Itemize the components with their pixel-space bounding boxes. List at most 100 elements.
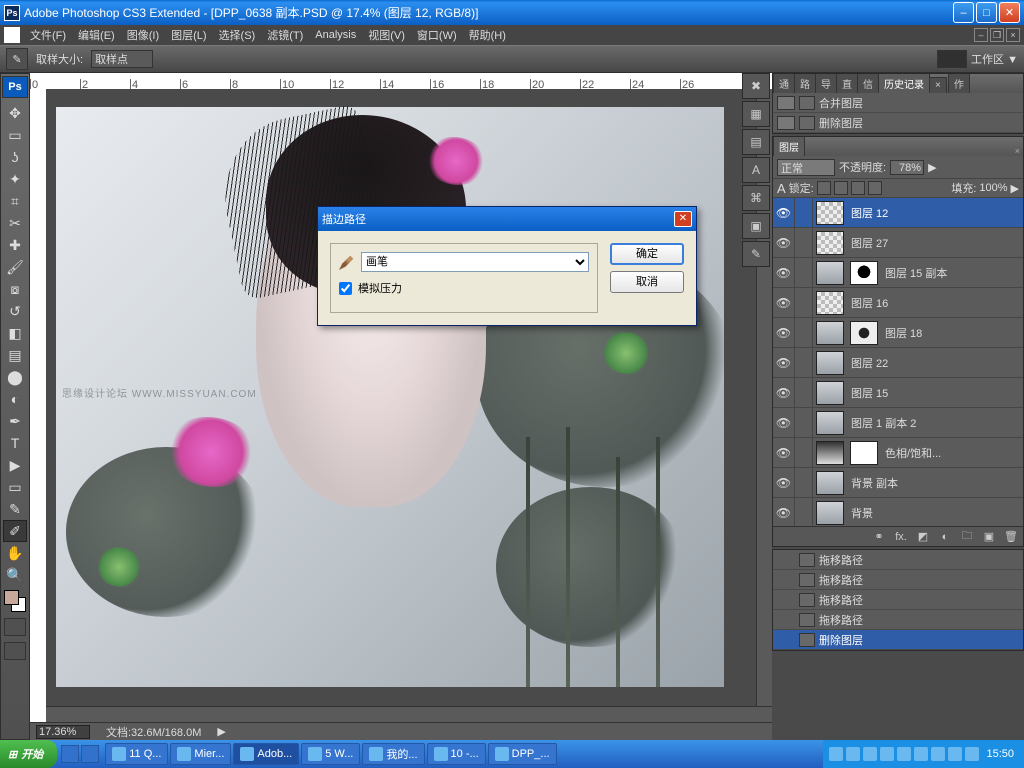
taskbar-button[interactable]: Adob... bbox=[233, 743, 299, 765]
history-item[interactable]: 拖移路径 bbox=[773, 570, 1023, 590]
tray-icon[interactable] bbox=[948, 747, 962, 761]
layer-row[interactable]: 👁图层 15 bbox=[773, 378, 1023, 408]
layer-row[interactable]: 👁图层 1 副本 2 bbox=[773, 408, 1023, 438]
blur-tool[interactable]: ⬤ bbox=[3, 366, 27, 388]
tray-icon[interactable] bbox=[914, 747, 928, 761]
collapsed-tab-3[interactable]: ▤ bbox=[742, 129, 770, 155]
sample-size-select[interactable]: 取样点 bbox=[91, 50, 153, 68]
new-layer-icon[interactable]: ▣ bbox=[981, 530, 997, 543]
menu-select[interactable]: 选择(S) bbox=[213, 27, 262, 43]
layer-row[interactable]: 👁图层 22 bbox=[773, 348, 1023, 378]
visibility-toggle[interactable]: 👁 bbox=[773, 498, 795, 526]
history-item[interactable]: 拖移路径 bbox=[773, 610, 1023, 630]
visibility-toggle[interactable]: 👁 bbox=[773, 258, 795, 287]
eyedropper-tool[interactable]: ✐ bbox=[3, 520, 27, 542]
shape-tool[interactable]: ▭ bbox=[3, 476, 27, 498]
window-maximize-button[interactable]: □ bbox=[976, 2, 997, 23]
taskbar-button[interactable]: Mier... bbox=[170, 743, 231, 765]
layer-row[interactable]: 👁图层 15 副本 bbox=[773, 258, 1023, 288]
hist-tab-3[interactable]: 直 bbox=[836, 74, 858, 93]
workspace-menu[interactable]: 工作区 ▼ bbox=[971, 51, 1018, 67]
move-tool[interactable]: ✥ bbox=[3, 102, 27, 124]
window-close-button[interactable]: ✕ bbox=[999, 2, 1020, 23]
opacity-field[interactable]: 78% bbox=[890, 160, 924, 175]
tray-icon[interactable] bbox=[965, 747, 979, 761]
history-item[interactable]: 合并图层 bbox=[773, 93, 1023, 113]
tray-icon[interactable] bbox=[846, 747, 860, 761]
menu-file[interactable]: 文件(F) bbox=[24, 27, 72, 43]
menu-filter[interactable]: 滤镜(T) bbox=[261, 27, 309, 43]
layer-row[interactable]: 👁图层 16 bbox=[773, 288, 1023, 318]
hist-tab-4[interactable]: 信 bbox=[857, 74, 879, 93]
dodge-tool[interactable]: ◐ bbox=[3, 388, 27, 410]
cancel-button[interactable]: 取消 bbox=[610, 271, 684, 293]
visibility-toggle[interactable]: 👁 bbox=[773, 288, 795, 317]
visibility-toggle[interactable]: 👁 bbox=[773, 438, 795, 467]
tray-icon[interactable] bbox=[931, 747, 945, 761]
collapsed-tab-6[interactable]: ▣ bbox=[742, 213, 770, 239]
quickmask-toggle[interactable] bbox=[4, 618, 26, 636]
lock-pixels-icon[interactable] bbox=[834, 181, 848, 195]
layers-tab[interactable]: 图层 bbox=[773, 137, 805, 156]
collapsed-tab-4[interactable]: A bbox=[742, 157, 770, 183]
doc-restore-button[interactable]: ❐ bbox=[990, 28, 1004, 42]
layer-row[interactable]: 👁背景 bbox=[773, 498, 1023, 526]
collapsed-tab-5[interactable]: ⌘ bbox=[742, 185, 770, 211]
screen-mode-button[interactable] bbox=[937, 50, 967, 68]
active-tool-icon[interactable]: ✎ bbox=[6, 48, 28, 70]
layer-row[interactable]: 👁背景 副本 bbox=[773, 468, 1023, 498]
collapsed-tab-1[interactable]: ✖ bbox=[742, 73, 770, 99]
dialog-titlebar[interactable]: 描边路径 ✕ bbox=[318, 207, 696, 231]
menu-layer[interactable]: 图层(L) bbox=[165, 27, 212, 43]
tray-icon[interactable] bbox=[829, 747, 843, 761]
tool-select[interactable]: 画笔 bbox=[361, 252, 589, 272]
healing-brush-tool[interactable]: ✚ bbox=[3, 234, 27, 256]
pen-tool[interactable]: ✒ bbox=[3, 410, 27, 432]
layer-row[interactable]: 👁图层 18 bbox=[773, 318, 1023, 348]
path-select-tool[interactable]: ▶ bbox=[3, 454, 27, 476]
layer-row[interactable]: 👁色相/饱和... bbox=[773, 438, 1023, 468]
delete-layer-icon[interactable]: 🗑 bbox=[1003, 530, 1019, 543]
canvas-viewport[interactable]: 思缘设计论坛 WWW.MISSYUAN.COM bbox=[46, 89, 772, 722]
zoom-level-field[interactable]: 17.36% bbox=[36, 725, 90, 739]
type-tool[interactable]: T bbox=[3, 432, 27, 454]
history-item[interactable]: 删除图层 bbox=[773, 113, 1023, 133]
clone-stamp-tool[interactable]: ⧇ bbox=[3, 278, 27, 300]
fill-field[interactable]: 100% bbox=[979, 182, 1007, 194]
gradient-tool[interactable]: ▤ bbox=[3, 344, 27, 366]
taskbar-button[interactable]: 11 Q... bbox=[105, 743, 168, 765]
visibility-toggle[interactable]: 👁 bbox=[773, 228, 795, 257]
marquee-tool[interactable]: ▭ bbox=[3, 124, 27, 146]
tray-icon[interactable] bbox=[863, 747, 877, 761]
simulate-pressure-checkbox[interactable] bbox=[339, 282, 352, 295]
hist-tab-2[interactable]: 导 bbox=[815, 74, 837, 93]
crop-tool[interactable]: ⌗ bbox=[3, 190, 27, 212]
hist-tab-close[interactable]: × bbox=[929, 77, 947, 93]
magic-wand-tool[interactable]: ✦ bbox=[3, 168, 27, 190]
canvas-scrollbar-horizontal[interactable] bbox=[46, 706, 772, 722]
tray-icon[interactable] bbox=[897, 747, 911, 761]
visibility-toggle[interactable]: 👁 bbox=[773, 348, 795, 377]
slice-tool[interactable]: ✂ bbox=[3, 212, 27, 234]
window-minimize-button[interactable]: – bbox=[953, 2, 974, 23]
taskbar-button[interactable]: 5 W... bbox=[301, 743, 360, 765]
hist-tab-0[interactable]: 通 bbox=[773, 74, 795, 93]
collapsed-tab-2[interactable]: ▦ bbox=[742, 101, 770, 127]
layers-tab-close[interactable]: × bbox=[1012, 146, 1023, 156]
opacity-arrow-icon[interactable]: ▶ bbox=[928, 161, 936, 174]
hand-tool[interactable]: ✋ bbox=[3, 542, 27, 564]
history-item[interactable]: 拖移路径 bbox=[773, 590, 1023, 610]
adjustment-layer-icon[interactable]: ◐ bbox=[937, 531, 953, 543]
collapsed-tab-7[interactable]: ✎ bbox=[742, 241, 770, 267]
screenmode-toggle[interactable] bbox=[4, 642, 26, 660]
doc-minimize-button[interactable]: – bbox=[974, 28, 988, 42]
zoom-tool[interactable]: 🔍 bbox=[3, 564, 27, 586]
taskbar-button[interactable]: DPP_... bbox=[488, 743, 557, 765]
layer-group-icon[interactable]: 🗀 bbox=[959, 527, 975, 546]
visibility-toggle[interactable]: 👁 bbox=[773, 378, 795, 407]
lock-position-icon[interactable] bbox=[851, 181, 865, 195]
history-item[interactable]: 删除图层 bbox=[773, 630, 1023, 650]
start-button[interactable]: ⊞ 开始 bbox=[0, 740, 57, 768]
color-swatches[interactable] bbox=[4, 590, 26, 612]
visibility-toggle[interactable]: 👁 bbox=[773, 408, 795, 437]
